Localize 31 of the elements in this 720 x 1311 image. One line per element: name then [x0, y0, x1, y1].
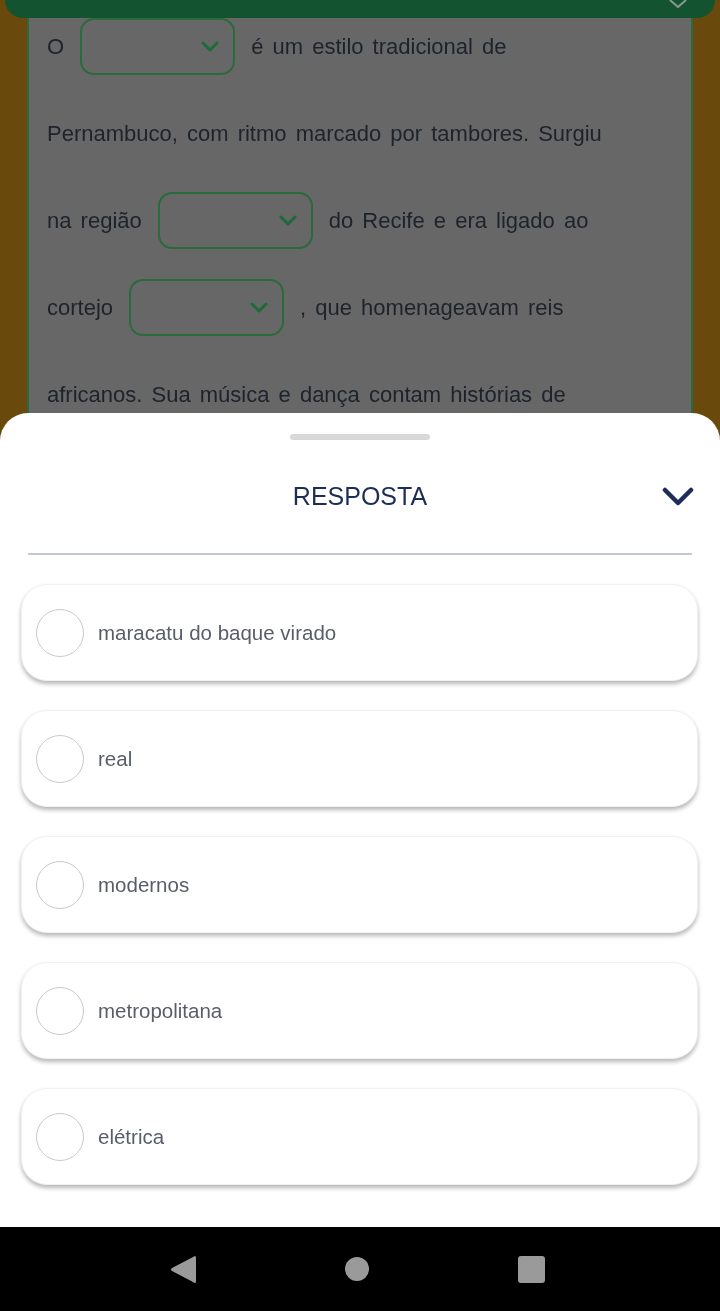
drag-handle[interactable] [290, 434, 430, 440]
passage-text: africanos. Sua música e dança contam histórias de [47, 381, 566, 408]
dropdown-field[interactable] [129, 279, 285, 336]
answer-option[interactable]: elétrica [21, 1088, 698, 1185]
answer-option[interactable]: metropolitana [21, 962, 698, 1059]
passage-text: Pernambuco, com ritmo marcado por tambores. Surgiu [47, 120, 602, 147]
chevron-down-icon [250, 302, 269, 313]
answer-option[interactable]: maracatu do baque virado [21, 584, 698, 681]
radio-button[interactable] [36, 734, 84, 783]
passage-text: na região [47, 207, 142, 234]
passage-text: O [47, 33, 65, 60]
passage-text: cortejo [47, 294, 114, 321]
radio-button[interactable] [36, 1112, 84, 1161]
dropdown-field[interactable] [80, 18, 236, 75]
chevron-down-icon [278, 215, 297, 226]
passage-text: do Recife e era ligado ao [328, 207, 589, 234]
chevron-down-icon[interactable] [662, 487, 694, 507]
chevron-down-icon [201, 41, 220, 52]
passage-text: , que homenageavam reis [300, 294, 564, 321]
chevron-icon[interactable] [669, 0, 687, 8]
passage-text: é um estilo tradicional de [251, 33, 507, 60]
back-icon[interactable] [170, 1254, 196, 1284]
radio-button[interactable] [36, 986, 84, 1035]
dropdown-field[interactable] [157, 192, 313, 249]
recents-icon[interactable] [518, 1255, 545, 1283]
radio-button[interactable] [36, 608, 84, 657]
answer-option[interactable]: modernos [21, 836, 698, 933]
sheet-title: RESPOSTA [292, 482, 428, 511]
home-icon[interactable] [345, 1257, 369, 1281]
answer-option[interactable]: real [21, 710, 698, 807]
radio-button[interactable] [36, 860, 84, 909]
